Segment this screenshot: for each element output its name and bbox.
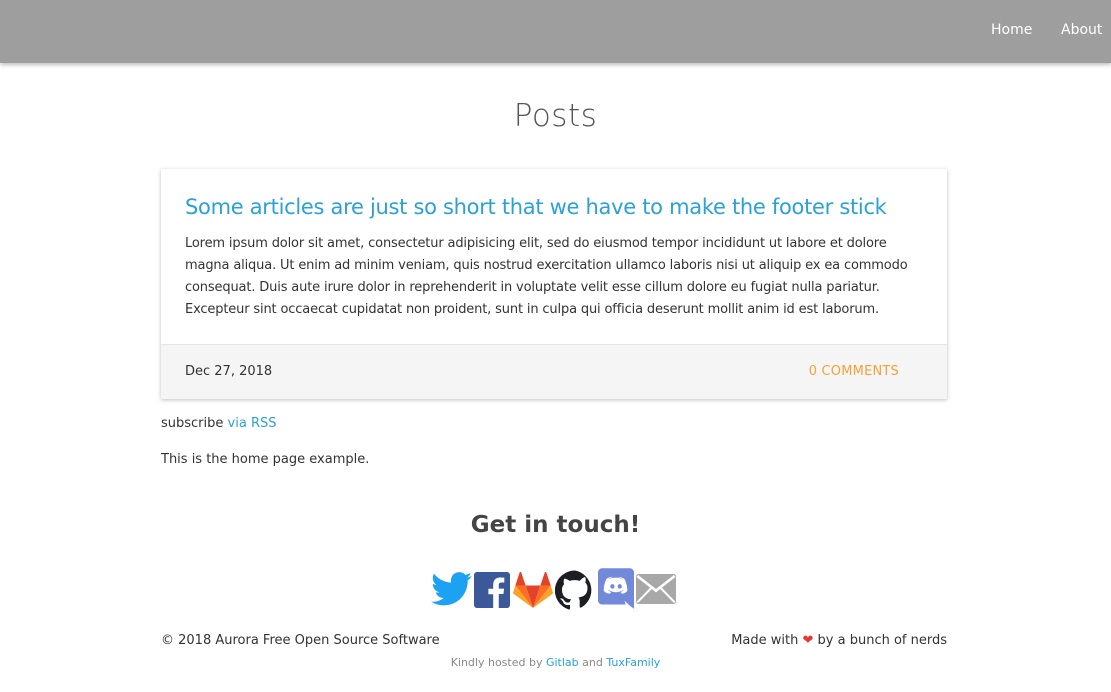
post-comments-link[interactable]: 0 comments — [809, 364, 899, 379]
email-icon[interactable] — [636, 574, 676, 604]
hosted-prefix: Kindly hosted by — [450, 656, 543, 669]
post-title-link[interactable]: Some articles are just so short that we … — [185, 195, 925, 219]
subscribe-prefix: subscribe — [161, 416, 224, 431]
post-footer: Dec 27, 2018 0 comments — [161, 344, 947, 399]
hosted-and: and — [582, 656, 603, 669]
facebook-icon[interactable] — [474, 572, 510, 608]
contact-heading: Get in touch! — [470, 512, 641, 538]
made-with-suffix: by a bunch of nerds — [817, 633, 947, 648]
post-card: Some articles are just so short that we … — [161, 169, 947, 399]
home-page-note: This is the home page example. — [161, 452, 370, 467]
twitter-icon[interactable] — [431, 572, 472, 606]
gitlab-link[interactable]: Gitlab — [546, 656, 579, 669]
github-icon[interactable] — [555, 570, 595, 610]
discord-icon[interactable] — [598, 568, 634, 609]
hosted-by-text: Kindly hosted by Gitlab and TuxFamily — [0, 656, 1111, 669]
rss-link[interactable]: via RSS — [228, 416, 277, 431]
post-date: Dec 27, 2018 — [185, 364, 273, 379]
nav-home-link[interactable]: Home — [991, 22, 1032, 38]
made-with-prefix: Made with — [731, 633, 799, 648]
tuxfamily-link[interactable]: TuxFamily — [606, 656, 660, 669]
page-title: Posts — [513, 98, 598, 134]
subscribe-line: subscribe via RSS — [161, 416, 277, 431]
copyright-text: © 2018 Aurora Free Open Source Software — [161, 633, 440, 648]
post-excerpt: Lorem ipsum dolor sit amet, consectetur … — [185, 236, 908, 317]
social-icons — [431, 568, 681, 612]
made-with-text: Made with ❤ by a bunch of nerds — [731, 633, 947, 648]
heart-icon: ❤ — [802, 633, 814, 648]
top-navbar: Home About — [0, 0, 1111, 63]
nav-about-link[interactable]: About — [1061, 22, 1102, 38]
gitlab-icon[interactable] — [513, 572, 553, 609]
